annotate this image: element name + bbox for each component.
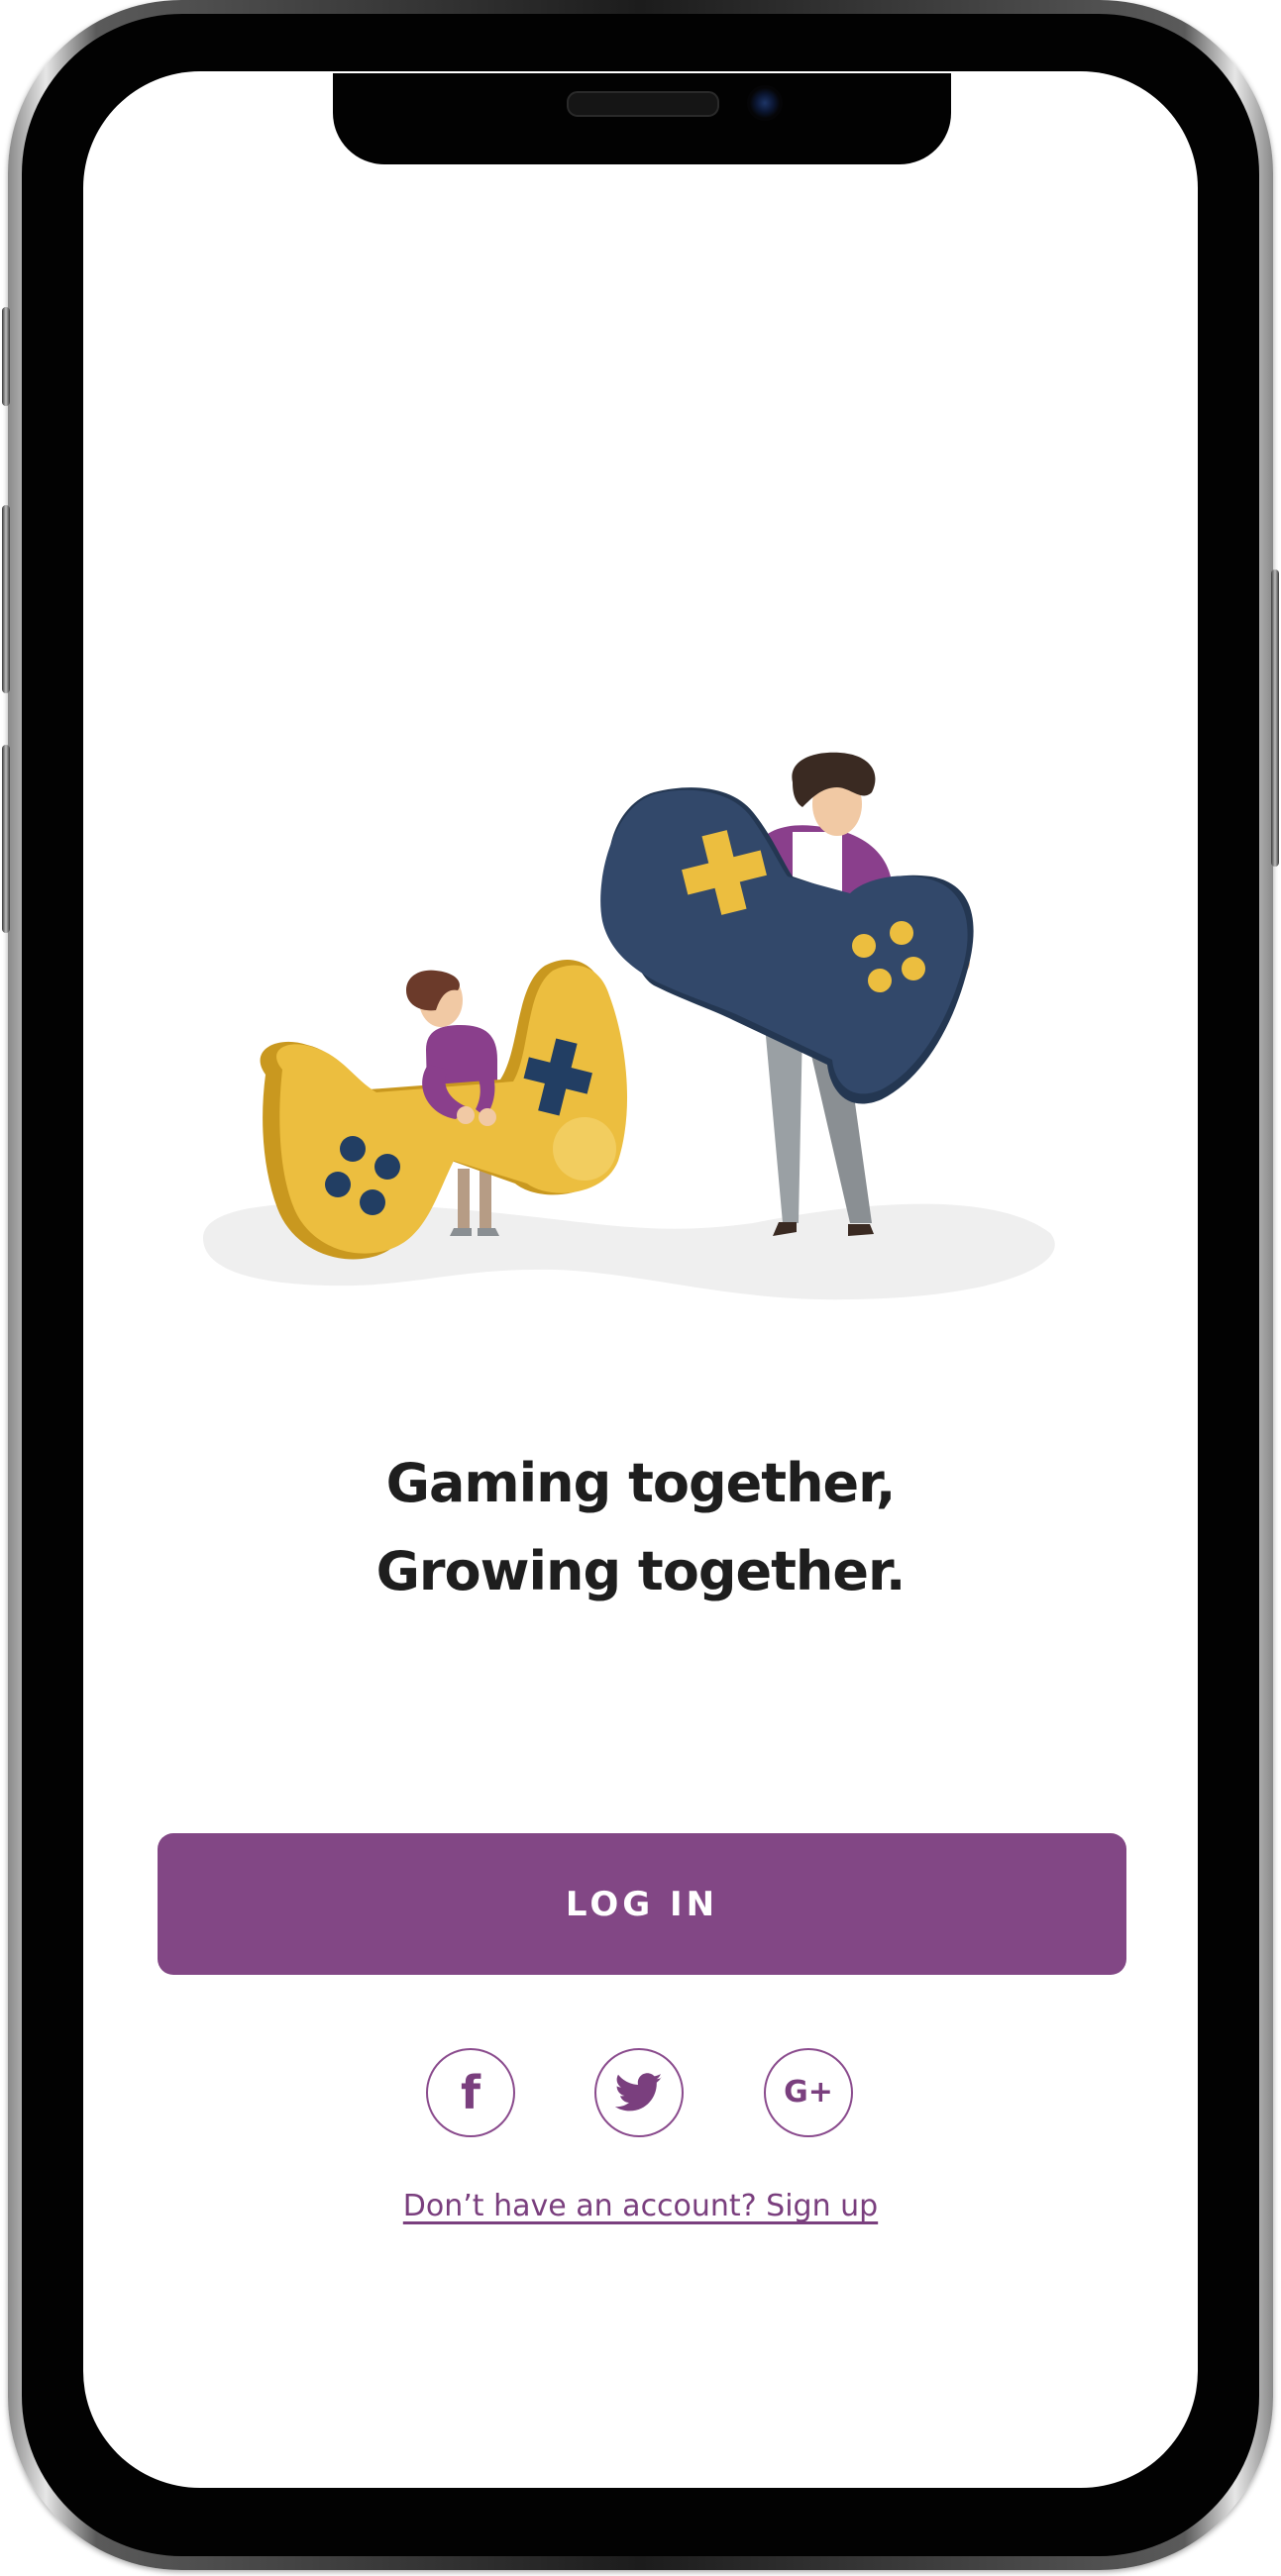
tagline-line-1: Gaming together, — [385, 1452, 897, 1514]
power-button — [1271, 569, 1279, 867]
twitter-icon — [615, 2073, 663, 2112]
google-plus-icon: G+ — [784, 2075, 833, 2110]
twitter-button[interactable] — [594, 2048, 684, 2137]
google-plus-button[interactable]: G+ — [764, 2048, 853, 2137]
notch — [333, 73, 951, 164]
facebook-icon: f — [460, 2066, 480, 2119]
tagline-line-2: Growing together. — [375, 1540, 907, 1602]
signup-prompt: Don’t have an account? Sign up — [83, 2189, 1198, 2223]
speaker-grille — [567, 91, 719, 117]
facebook-button[interactable]: f — [426, 2048, 515, 2137]
signup-link[interactable]: Don’t have an account? Sign up — [403, 2189, 878, 2223]
front-camera — [747, 85, 783, 121]
silent-switch — [2, 307, 10, 406]
volume-up-button — [2, 505, 10, 693]
login-button[interactable]: LOG IN — [158, 1833, 1126, 1975]
volume-down-button — [2, 745, 10, 933]
